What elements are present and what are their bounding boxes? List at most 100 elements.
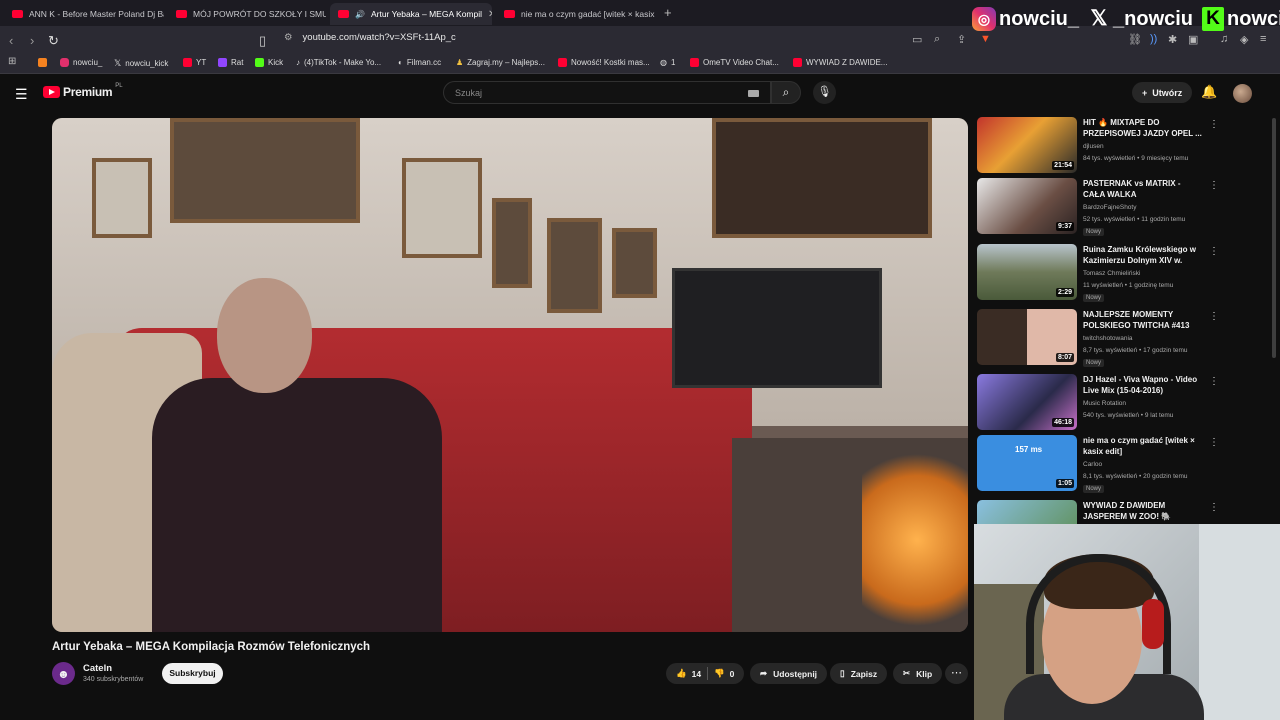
search-button[interactable]: ⌕: [771, 81, 801, 104]
voice-search-button[interactable]: 🎙: [813, 81, 836, 104]
ping-overlay-text: 157 ms: [1015, 445, 1043, 454]
more-vertical-icon[interactable]: ⋮: [1209, 376, 1219, 387]
more-vertical-icon[interactable]: ⋮: [1209, 246, 1219, 257]
bookmark-item[interactable]: [38, 58, 51, 67]
notifications-bell-icon[interactable]: 🔔: [1201, 84, 1217, 100]
bookmark-item[interactable]: Kick: [255, 58, 283, 67]
sidebar-toggle-icon[interactable]: ▣: [1188, 33, 1198, 46]
search-input[interactable]: Szukaj: [443, 81, 771, 104]
audio-icon[interactable]: )): [1150, 33, 1157, 45]
video-thumbnail[interactable]: [977, 500, 1077, 524]
apps-grid-icon[interactable]: ⊞: [8, 56, 16, 67]
close-tab-icon[interactable]: ✕: [488, 9, 492, 20]
forward-icon[interactable]: ›: [30, 33, 34, 48]
channel-avatar[interactable]: ☻: [52, 662, 75, 685]
hamburger-menu-icon[interactable]: ☰: [15, 86, 28, 103]
subscribe-button[interactable]: Subskrybuj: [162, 663, 223, 684]
share-button[interactable]: ➦ Udostępnij: [750, 663, 828, 684]
recommendation-item[interactable]: 21:54 HIT 🔥 MIXTAPE DO PRZEPISOWEJ JAZDY…: [977, 117, 1227, 175]
vpn-icon[interactable]: ⛓: [1128, 33, 1142, 46]
brave-shield-icon[interactable]: ▼: [980, 33, 991, 45]
video-title: Artur Yebaka – MEGA Kompilacja Rozmów Te…: [52, 641, 371, 653]
video-thumbnail[interactable]: 21:54: [977, 117, 1077, 173]
url-field[interactable]: ⚙ youtube.com/watch?v=XSFt-11Ap_c: [284, 32, 456, 43]
video-thumbnail[interactable]: 46:18: [977, 374, 1077, 430]
media-icon[interactable]: ♫: [1220, 33, 1228, 45]
recommendation-item[interactable]: 8:07 NAJLEPSZE MOMENTY POLSKIEGO TWITCHA…: [977, 309, 1227, 367]
bookmark-item[interactable]: nowciu_: [60, 58, 102, 67]
tab-artur-yebaka[interactable]: 🔊 Artur Yebaka – MEGA Kompil ✕: [330, 3, 492, 25]
bookmark-item[interactable]: WYWIAD Z DAWIDE...: [793, 58, 887, 67]
extensions-icon[interactable]: ✱: [1168, 33, 1177, 46]
x-handle: _nowciu: [1113, 7, 1194, 30]
page-scrollbar[interactable]: [1272, 118, 1276, 358]
bookmark-item[interactable]: ◐ Filman.cc: [398, 58, 441, 67]
recommendation-channel[interactable]: djlusen: [1083, 143, 1104, 150]
recommendation-channel[interactable]: Music Rotation: [1083, 400, 1126, 407]
recommendation-channel[interactable]: Carloo: [1083, 461, 1102, 468]
like-button[interactable]: 👍 14: [676, 668, 701, 679]
recommendation-title[interactable]: DJ Hazel - Viva Wapno - Video Live Mix (…: [1083, 374, 1203, 396]
keyboard-icon[interactable]: [748, 90, 759, 97]
more-actions-button[interactable]: ⋯: [945, 663, 968, 684]
recommendation-channel[interactable]: BardzoFajneShoty: [1083, 204, 1136, 211]
tab-nie-ma-o-czym[interactable]: nie ma o czym gadać [witek × kasix e: [496, 3, 656, 25]
bookmark-item[interactable]: ♪ (4)TikTok - Make Yo...: [296, 58, 381, 67]
recommendation-item[interactable]: WYWIAD Z DAWIDEM JASPEREM W ZOO! 🐘 ⋮: [977, 500, 1227, 524]
recommendation-item[interactable]: 46:18 DJ Hazel - Viva Wapno - Video Live…: [977, 374, 1227, 432]
recommendation-item[interactable]: 2:29 Ruina Zamku Królewskiego w Kazimier…: [977, 244, 1227, 302]
recommendation-item[interactable]: 157 ms 1:05 nie ma o czym gadać [witek ×…: [977, 435, 1227, 493]
more-vertical-icon[interactable]: ⋮: [1209, 119, 1219, 130]
account-avatar[interactable]: [1233, 84, 1252, 103]
bookmark-item[interactable]: YT: [183, 58, 206, 67]
more-vertical-icon[interactable]: ⋮: [1209, 180, 1219, 191]
new-tab-button[interactable]: +: [664, 5, 672, 20]
recommendation-channel[interactable]: twitchshotowania: [1083, 335, 1133, 342]
wallet-icon[interactable]: ◈: [1240, 33, 1248, 46]
more-vertical-icon[interactable]: ⋮: [1209, 311, 1219, 322]
bookmark-item[interactable]: OmeTV Video Chat...: [690, 58, 779, 67]
bookmark-item[interactable]: 𝕏nowciu_kick: [114, 58, 168, 69]
cast-icon[interactable]: ▭: [912, 33, 922, 46]
more-vertical-icon[interactable]: ⋮: [1209, 502, 1219, 513]
bookmark-item[interactable]: Rat: [218, 58, 243, 67]
recommendation-title[interactable]: WYWIAD Z DAWIDEM JASPEREM W ZOO! 🐘: [1083, 500, 1203, 522]
menu-icon[interactable]: ≡: [1260, 33, 1266, 45]
recommendation-title[interactable]: NAJLEPSZE MOMENTY POLSKIEGO TWITCHA #413: [1083, 309, 1203, 331]
video-frame-painting: [170, 118, 360, 223]
channel-name[interactable]: Cateln: [83, 663, 112, 674]
youtube-logo[interactable]: Premium PL: [43, 83, 123, 99]
tab-ann-k[interactable]: ANN K - Before Master Poland Dj Ba: [4, 3, 164, 25]
bookmark-item[interactable]: ♟ Zagraj.my – Najleps...: [456, 58, 545, 67]
recommendation-title[interactable]: Ruina Zamku Królewskiego w Kazimierzu Do…: [1083, 244, 1203, 266]
duration-badge: 8:07: [1055, 353, 1074, 362]
recommendation-channel[interactable]: Tomasz Chmieliński: [1083, 270, 1140, 277]
microphone-icon: 🎙: [817, 86, 832, 98]
recommendation-title[interactable]: nie ma o czym gadać [witek × kasix edit]: [1083, 435, 1203, 457]
video-thumbnail[interactable]: 2:29: [977, 244, 1077, 300]
video-thumbnail[interactable]: 9:37: [977, 178, 1077, 234]
recommendation-item[interactable]: 9:37 PASTERNAK vs MATRIX - CAŁA WALKA Ba…: [977, 178, 1227, 236]
kick-handle: nowciu: [1227, 7, 1280, 30]
tab-moj-powrot[interactable]: MÓJ POWRÓT DO SZKOŁY I SMUTN: [168, 3, 326, 25]
video-thumbnail[interactable]: 8:07: [977, 309, 1077, 365]
reload-icon[interactable]: ↻: [48, 33, 59, 49]
recommendation-title[interactable]: HIT 🔥 MIXTAPE DO PRZEPISOWEJ JAZDY OPEL …: [1083, 117, 1203, 139]
dislike-button[interactable]: 👎 0: [714, 668, 734, 679]
save-button[interactable]: ▯ Zapisz: [830, 663, 888, 684]
zoom-icon[interactable]: ⌕: [934, 33, 940, 46]
x-logo-icon: 𝕏: [1090, 7, 1108, 30]
video-thumbnail[interactable]: 157 ms 1:05: [977, 435, 1077, 491]
back-icon[interactable]: ‹: [9, 33, 13, 48]
clip-button[interactable]: ✂ Klip: [893, 663, 943, 684]
share-page-icon[interactable]: ⇪: [957, 33, 966, 46]
site-info-icon[interactable]: ⚙: [284, 32, 293, 43]
bookmark-page-icon[interactable]: ▯: [259, 33, 266, 49]
bookmark-item[interactable]: ◍ 1: [660, 58, 675, 67]
bookmark-item[interactable]: Nowość! Kostki mas...: [558, 58, 650, 67]
recommendation-title[interactable]: PASTERNAK vs MATRIX - CAŁA WALKA: [1083, 178, 1203, 200]
create-button[interactable]: + Utwórz: [1132, 82, 1193, 103]
more-vertical-icon[interactable]: ⋮: [1209, 437, 1219, 448]
webcam-chair: [1199, 524, 1280, 720]
video-player[interactable]: [52, 118, 968, 632]
